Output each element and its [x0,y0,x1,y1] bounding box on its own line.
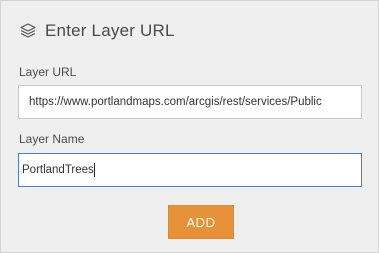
layer-url-value: https://www.portlandmaps.com/arcgis/rest… [29,96,322,108]
add-layer-panel: Enter Layer URL Layer URL https://www.po… [0,0,379,253]
layer-name-value: PortlandTrees [22,164,94,176]
layer-url-label: Layer URL [19,65,77,79]
layer-name-label: Layer Name [19,132,85,146]
layer-url-input[interactable]: https://www.portlandmaps.com/arcgis/rest… [18,85,362,119]
add-button[interactable]: ADD [168,205,234,239]
layer-name-input[interactable]: PortlandTrees [18,153,362,187]
text-cursor [93,163,95,177]
layers-icon [19,22,37,40]
panel-header: Enter Layer URL [19,19,175,43]
panel-title: Enter Layer URL [45,21,175,40]
